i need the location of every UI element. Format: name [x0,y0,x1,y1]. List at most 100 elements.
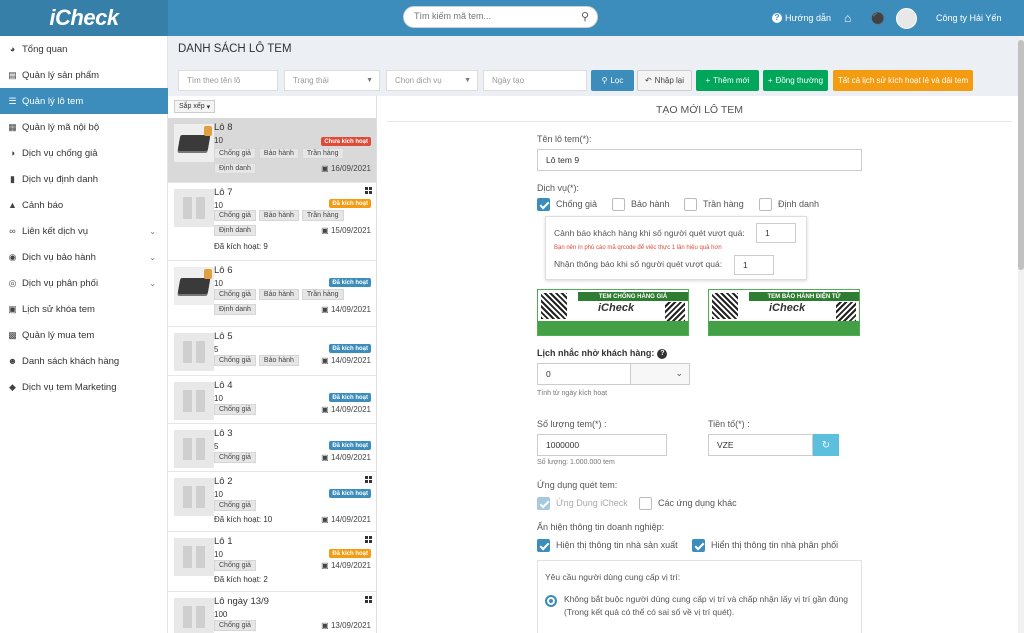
sidebar-item-marketing[interactable]: ◆ Dịch vụ tem Marketing [0,374,168,400]
sync-button[interactable]: + Đồng thường [763,70,828,91]
lot-date: ▣ 14/09/2021 [321,305,371,314]
reminder-unit-select[interactable]: ⌄ [630,363,690,385]
show-maker-checkbox[interactable] [537,539,550,552]
search-icon[interactable]: ⚲ [581,10,589,23]
service-chip: Chống giả [214,620,256,631]
warn-threshold-input[interactable]: 1 [756,223,796,243]
sort-button[interactable]: Sắp xếp ▾ [174,100,216,113]
top-navbar: iCheck ⚲ ? Hướng dẫn ⌂ ⚫ Công ty Hải Yến [0,0,1024,36]
app-icheck-label: Ứng Dụng iCheck [556,498,628,508]
user-avatar[interactable] [896,0,917,36]
bell-icon: ▲ [8,200,17,210]
refresh-prefix-button[interactable]: ↻ [813,434,839,456]
sidebar-item-lock-history[interactable]: ▣ Lịch sử khóa tem [0,296,168,322]
lot-name-input[interactable]: Lô tem 9 [537,149,862,171]
status-select[interactable]: Trạng thái ▼ [284,70,380,91]
lot-item[interactable]: Lô 2 10 Đã kích hoạt Chống giả ▣ 14/09/2… [168,472,376,532]
page-scrollbar[interactable] [1018,36,1024,633]
lot-item[interactable]: Lô ngày 13/9 100 Chống giả ▣ 13/09/2021 [168,592,376,633]
sidebar-item-purchase[interactable]: ▩ Quản lý mua tem [0,322,168,348]
id-icon: ▮ [10,173,15,184]
lot-thumbnail [174,267,214,305]
lifebuoy-icon: ◉ [8,251,17,262]
add-new-button[interactable]: + Thêm mới [696,70,759,91]
service-option-label: Chống giả [556,199,598,209]
chevron-down-icon: ⌄ [149,252,156,262]
service-chip: Chống giả [214,500,256,511]
home-icon[interactable]: ⌂ [844,0,851,36]
search-box[interactable]: ⚲ [403,6,598,28]
service-chip: Bảo hành [258,289,299,300]
scan-app-label: Ứng dụng quét tem: [537,480,618,490]
sidebar-item-dashboard[interactable]: ◕ Tổng quan [0,36,168,62]
sidebar-item-internal-codes[interactable]: ▦ Quản lý mã nội bộ [0,114,168,140]
filter-bar: Tìm theo tên lô Trạng thái ▼ Chọn dịch vụ… [168,64,1024,96]
service-option-label: Trần hàng [703,199,744,209]
prefix-input[interactable]: VZE [708,434,813,456]
app-logo[interactable]: iCheck [0,0,168,36]
lot-item[interactable]: Lô 7 10 Đã kích hoạt Chống giả Bảo hành … [168,183,376,261]
service-option-label: Định danh [778,199,820,209]
lot-name: Lô ngày 13/9 [214,596,269,607]
status-badge: Đã kích hoạt [329,441,371,450]
qr-icon [365,536,372,543]
show-distributor-checkbox[interactable] [692,539,705,552]
lot-item[interactable]: Lô 4 10 Đã kích hoạt Chống giả ▣ 14/09/2… [168,376,376,424]
help-icon[interactable]: ? [657,348,668,359]
service-identity-checkbox[interactable] [759,198,772,211]
service-warranty-checkbox[interactable] [612,198,625,211]
notify-threshold-input[interactable]: 1 [734,255,774,275]
sidebar-item-lots[interactable]: ☰ Quản lý lô tem [0,88,168,114]
lot-thumbnail [174,382,214,420]
sidebar-item-customers[interactable]: ☻ Danh sách khách hàng [0,348,168,374]
filter-button[interactable]: ⚲ Lọc [591,70,634,91]
service-anti-fake-checkbox[interactable] [537,198,550,211]
guide-link[interactable]: ? Hướng dẫn [772,0,831,36]
lot-item[interactable]: Lô 6 10 Đã kích hoạt Chống giả Bảo hành … [168,261,376,327]
caret-down-icon: ▼ [366,77,373,84]
service-stock-checkbox[interactable] [684,198,697,211]
bell-icon[interactable]: ⚫ [871,0,885,36]
lot-name: Lô 3 [214,428,233,439]
dashboard-icon: ◕ [9,44,16,54]
reminder-input[interactable]: 0 [537,363,631,385]
sidebar-item-warranty[interactable]: ◉ Dịch vụ bảo hành ⌄ [0,244,168,270]
date-filter[interactable]: Ngày tạo [483,70,587,91]
reset-button[interactable]: ↶ Nhập lại [637,70,692,91]
lot-name-filter[interactable]: Tìm theo tên lô [178,70,278,91]
lot-item[interactable]: Lô 1 10 Đã kích hoạt Chống giả ▣ 14/09/2… [168,532,376,592]
company-name[interactable]: Công ty Hải Yến [936,0,1001,36]
sidebar-item-identity[interactable]: ▮ Dịch vụ định danh [0,166,168,192]
sidebar-item-distribution[interactable]: ◎ Dịch vụ phân phối ⌄ [0,270,168,296]
app-other-checkbox[interactable] [639,497,652,510]
sidebar-item-warnings[interactable]: ▲ Cảnh báo [0,192,168,218]
activation-history-button[interactable]: Tất cả lịch sử kích hoạt lẻ và dải tem [833,70,973,91]
service-chip: Trần hàng [301,210,344,221]
qty-input[interactable]: 1000000 [537,434,667,456]
qty-label: Số lượng tem(*) : [537,419,607,429]
sidebar-item-service-links[interactable]: ∞ Liên kết dịch vụ ⌄ [0,218,168,244]
lot-thumbnail [174,478,214,516]
lot-item[interactable]: Lô 5 5 Đã kích hoạt Chống giả Bảo hành ▣… [168,327,376,376]
reminder-label: Lịch nhắc nhở khách hàng:? [537,348,668,359]
service-chip: Chống giả [214,210,256,221]
service-select[interactable]: Chọn dịch vụ ▼ [386,70,478,91]
lot-item[interactable]: Lô 8 10 Chưa kích hoạt Chống giả Bảo hàn… [168,118,376,183]
book-icon: ▦ [8,121,17,132]
search-input[interactable] [414,11,574,21]
lock-icon: ▣ [8,303,17,314]
service-chip: Chống giả [214,355,256,366]
chevron-down-icon: ⌄ [149,226,156,236]
location-optional-radio[interactable] [545,595,557,607]
status-badge: Chưa kích hoạt [321,137,371,146]
lot-name-label: Tên lô tem(*): [537,134,592,144]
lot-item[interactable]: Lô 3 5 Đã kích hoạt Chống giả ▣ 14/09/20… [168,424,376,472]
service-chip: Trần hàng [301,289,344,300]
cart-icon: ▩ [8,329,17,340]
app-icheck-checkbox[interactable] [537,497,550,510]
sidebar-item-products[interactable]: ▤ Quản lý sản phẩm [0,62,168,88]
sidebar-item-anti-fake[interactable]: ◑ Dịch vụ chống giả [0,140,168,166]
service-option-label: Bảo hành [631,199,670,209]
lot-date: ▣ 14/09/2021 [321,515,371,524]
scrollbar-thumb[interactable] [1018,40,1024,270]
